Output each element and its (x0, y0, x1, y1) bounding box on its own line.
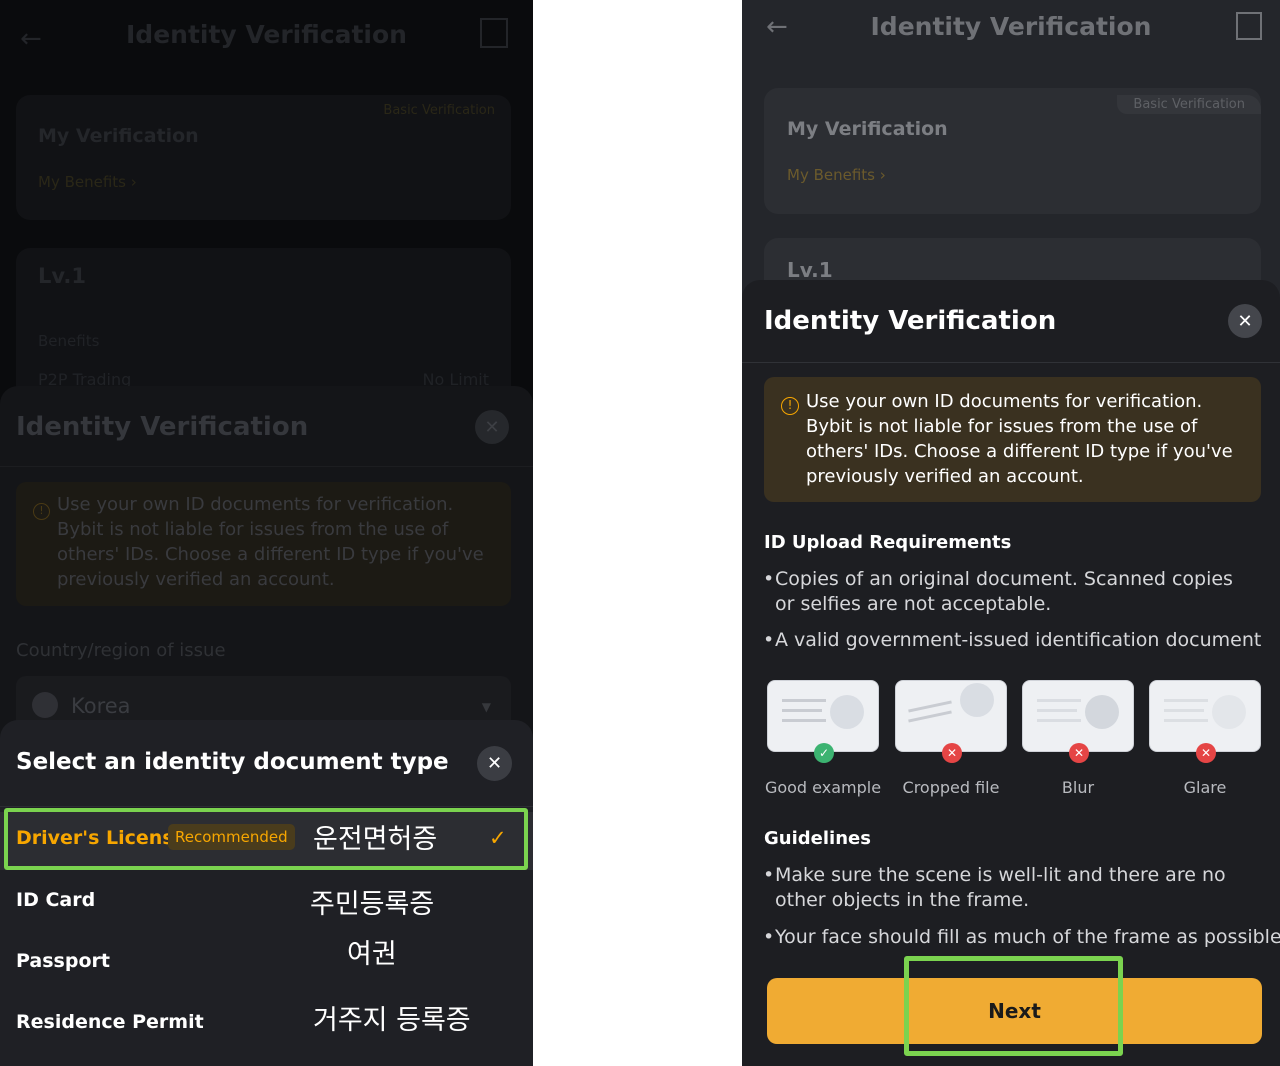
korea-flag-icon (32, 692, 58, 718)
option-label: Passport (16, 950, 110, 972)
page-title: Identity Verification (870, 12, 1152, 41)
benefits-label: Benefits (38, 332, 100, 350)
document-type-sheet: Select an identity document type ✕ Drive… (0, 720, 533, 1066)
avatar-icon (960, 683, 994, 717)
sheet-title: Select an identity document type (16, 749, 449, 775)
korean-annotation: 여권 (347, 939, 397, 970)
page-title: Identity Verification (126, 20, 407, 49)
left-screen: ← Identity Verification Basic Verificati… (0, 0, 533, 1066)
my-verification-card[interactable]: Basic Verification My Verification My Be… (764, 88, 1261, 214)
card-title: My Verification (38, 125, 199, 147)
warning-box: ! Use your own ID documents for verifica… (16, 482, 511, 606)
warning-icon: ! (781, 397, 799, 415)
option-label: ID Card (16, 889, 96, 911)
good-example-image: ✓ (767, 680, 879, 763)
requirements-title: ID Upload Requirements (764, 532, 1012, 553)
close-icon: ✕ (1069, 743, 1089, 763)
blur-example-image: ✕ (1022, 680, 1134, 763)
guideline-item: • Your face should fill as much of the fr… (763, 926, 1280, 948)
example-caption: Blur (1061, 778, 1095, 797)
close-icon[interactable]: ✕ (1228, 304, 1262, 338)
example-caption: Good example (764, 778, 882, 797)
korean-annotation: 주민등록증 (310, 889, 435, 920)
highlight-box (904, 956, 1123, 1056)
korean-annotation: 거주지 등록증 (313, 1005, 471, 1036)
close-icon: ✕ (1196, 743, 1216, 763)
basic-verification-badge: Basic Verification (1117, 95, 1261, 114)
my-verification-card[interactable]: Basic Verification My Verification My Be… (16, 95, 511, 220)
sheet-title: Identity Verification (16, 412, 309, 442)
glare-example-image: ✕ (1149, 680, 1261, 763)
highlight-box (4, 808, 528, 870)
option-label: Residence Permit (16, 1011, 204, 1033)
doc-option-id-card[interactable]: ID Card 주민등록증 (0, 871, 533, 929)
country-value: Korea (71, 694, 131, 718)
warning-icon: ! (33, 503, 50, 520)
right-screen: ← Identity Verification Basic Verificati… (742, 0, 1280, 1066)
example-caption: Cropped file (902, 778, 1000, 797)
level-label: Lv.1 (787, 258, 833, 282)
guidelines-title: Guidelines (764, 828, 871, 849)
my-benefits-link[interactable]: My Benefits › (787, 166, 886, 184)
example-caption: Glare (1183, 778, 1227, 797)
building-icon[interactable] (480, 18, 508, 48)
warning-text: Use your own ID documents for verificati… (57, 494, 484, 590)
warning-text: Use your own ID documents for verificati… (806, 391, 1233, 487)
requirement-item: • Copies of an original document. Scanned… (763, 568, 1233, 615)
level-card: Lv.1 Benefits P2P Trading No Limit (16, 248, 511, 408)
avatar-icon (830, 695, 864, 729)
requirement-item: • A valid government-issued identificatio… (763, 629, 1262, 651)
close-icon[interactable]: ✕ (477, 746, 512, 781)
doc-option-passport[interactable]: Passport 여권 (0, 932, 533, 990)
avatar-icon (1085, 695, 1119, 729)
sheet-title: Identity Verification (764, 306, 1057, 336)
check-icon: ✓ (814, 743, 834, 763)
my-benefits-link[interactable]: My Benefits › (38, 173, 137, 191)
close-icon[interactable]: ✕ (475, 410, 509, 444)
chevron-down-icon: ▼ (481, 700, 491, 714)
basic-verification-badge: Basic Verification (383, 103, 495, 118)
cropped-example-image: ✕ (895, 680, 1007, 763)
doc-option-residence-permit[interactable]: Residence Permit 거주지 등록증 (0, 993, 533, 1051)
guideline-item: • Make sure the scene is well-lit and the… (763, 864, 1226, 911)
building-icon[interactable] (1236, 12, 1262, 40)
level-label: Lv.1 (38, 264, 86, 288)
country-label: Country/region of issue (16, 640, 226, 661)
close-icon: ✕ (942, 743, 962, 763)
card-title: My Verification (787, 118, 948, 140)
avatar-icon (1212, 695, 1246, 729)
warning-box: ! Use your own ID documents for verifica… (764, 377, 1261, 502)
